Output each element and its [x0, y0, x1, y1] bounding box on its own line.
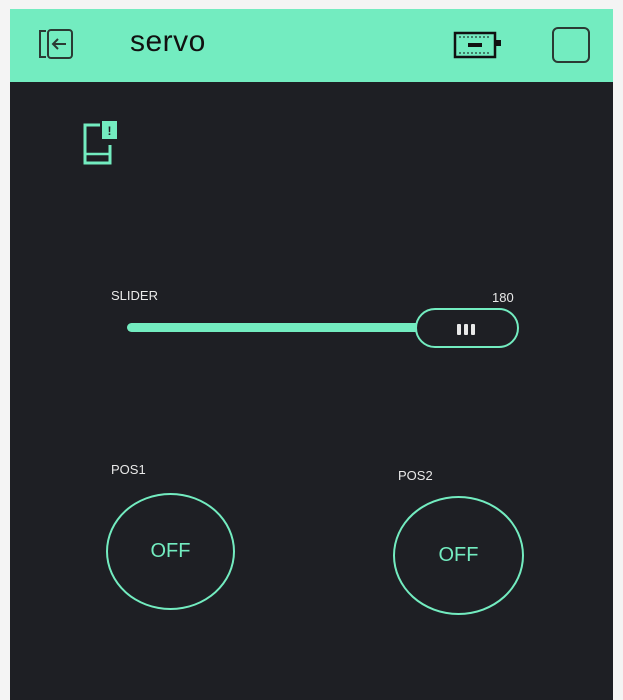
pos2-label: POS2 [398, 468, 433, 483]
grip-line-3 [471, 324, 475, 335]
pos2-button[interactable]: OFF [393, 496, 524, 615]
app-canvas: servo ! SLIDER 180 POS1 OFF POS2 OFF [10, 9, 613, 700]
phone-notification-icon[interactable]: ! [80, 119, 120, 167]
pos1-label: POS1 [111, 462, 146, 477]
top-bar: servo [10, 9, 613, 82]
notification-badge: ! [108, 124, 112, 138]
battery-device-icon[interactable] [453, 31, 503, 59]
pos1-button[interactable]: OFF [106, 493, 235, 610]
slider-thumb[interactable] [415, 308, 519, 348]
square-stop-icon[interactable] [551, 26, 591, 64]
slider-track[interactable] [127, 323, 437, 332]
slider-value: 180 [492, 290, 514, 305]
grip-line-2 [464, 324, 468, 335]
grip-line-1 [457, 324, 461, 335]
slider-label: SLIDER [111, 288, 158, 303]
app-title: servo [130, 25, 206, 58]
exit-icon[interactable] [37, 27, 77, 61]
